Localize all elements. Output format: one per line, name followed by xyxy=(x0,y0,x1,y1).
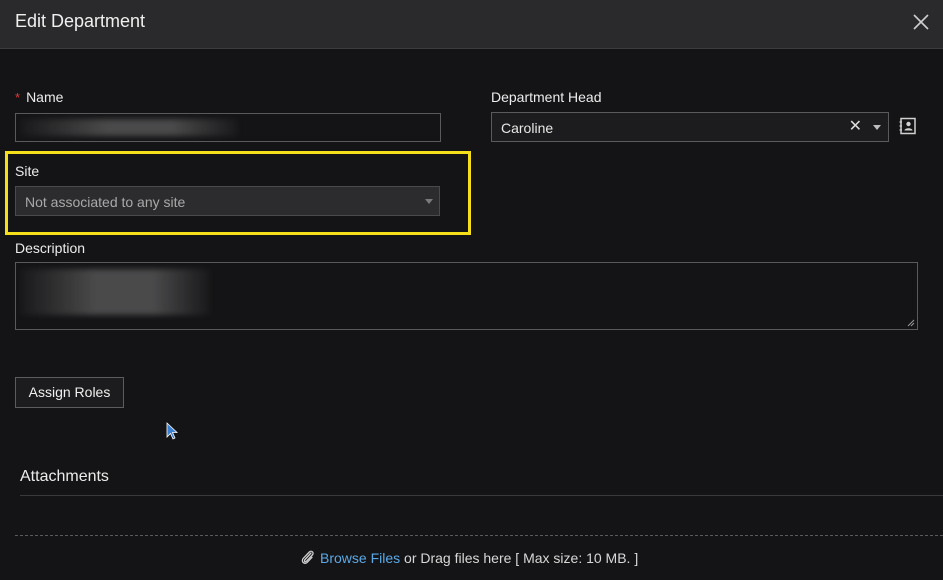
assign-roles-button[interactable]: Assign Roles xyxy=(15,377,124,408)
dropzone-border xyxy=(15,535,943,536)
name-input[interactable] xyxy=(15,113,441,142)
redacted-name xyxy=(20,119,238,136)
resize-handle-icon[interactable] xyxy=(907,319,915,327)
redacted-description xyxy=(20,269,210,315)
department-head-select[interactable]: Caroline ✕ xyxy=(491,112,889,142)
attachments-title: Attachments xyxy=(20,468,109,485)
edit-department-dialog: Edit Department * Name Department Head Ca… xyxy=(0,0,943,580)
attachments-divider xyxy=(20,495,943,496)
dialog-header: Edit Department xyxy=(0,0,943,49)
browse-files-link[interactable]: Browse Files xyxy=(320,550,400,566)
department-head-label: Department Head xyxy=(491,89,602,105)
file-dropzone[interactable]: Browse Files or Drag files here [ Max si… xyxy=(300,549,638,566)
department-head-value: Caroline xyxy=(501,120,554,136)
close-icon[interactable] xyxy=(911,12,931,32)
site-select[interactable]: Not associated to any site xyxy=(15,186,440,216)
paperclip-icon xyxy=(301,550,314,564)
clear-icon[interactable]: ✕ xyxy=(849,119,862,135)
dialog-title: Edit Department xyxy=(15,11,146,31)
name-label: * Name xyxy=(15,89,63,105)
drag-files-text: or Drag files here [ Max size: 10 MB. ] xyxy=(400,550,639,566)
description-textarea[interactable] xyxy=(15,262,918,330)
chevron-down-icon[interactable] xyxy=(425,199,433,204)
mouse-cursor-icon xyxy=(166,422,178,440)
name-label-text: Name xyxy=(26,89,64,105)
contact-card-icon[interactable] xyxy=(899,117,917,135)
site-label: Site xyxy=(15,163,40,179)
site-value: Not associated to any site xyxy=(25,194,186,210)
description-label: Description xyxy=(15,240,86,256)
chevron-down-icon[interactable] xyxy=(873,125,881,130)
required-marker: * xyxy=(15,90,21,105)
